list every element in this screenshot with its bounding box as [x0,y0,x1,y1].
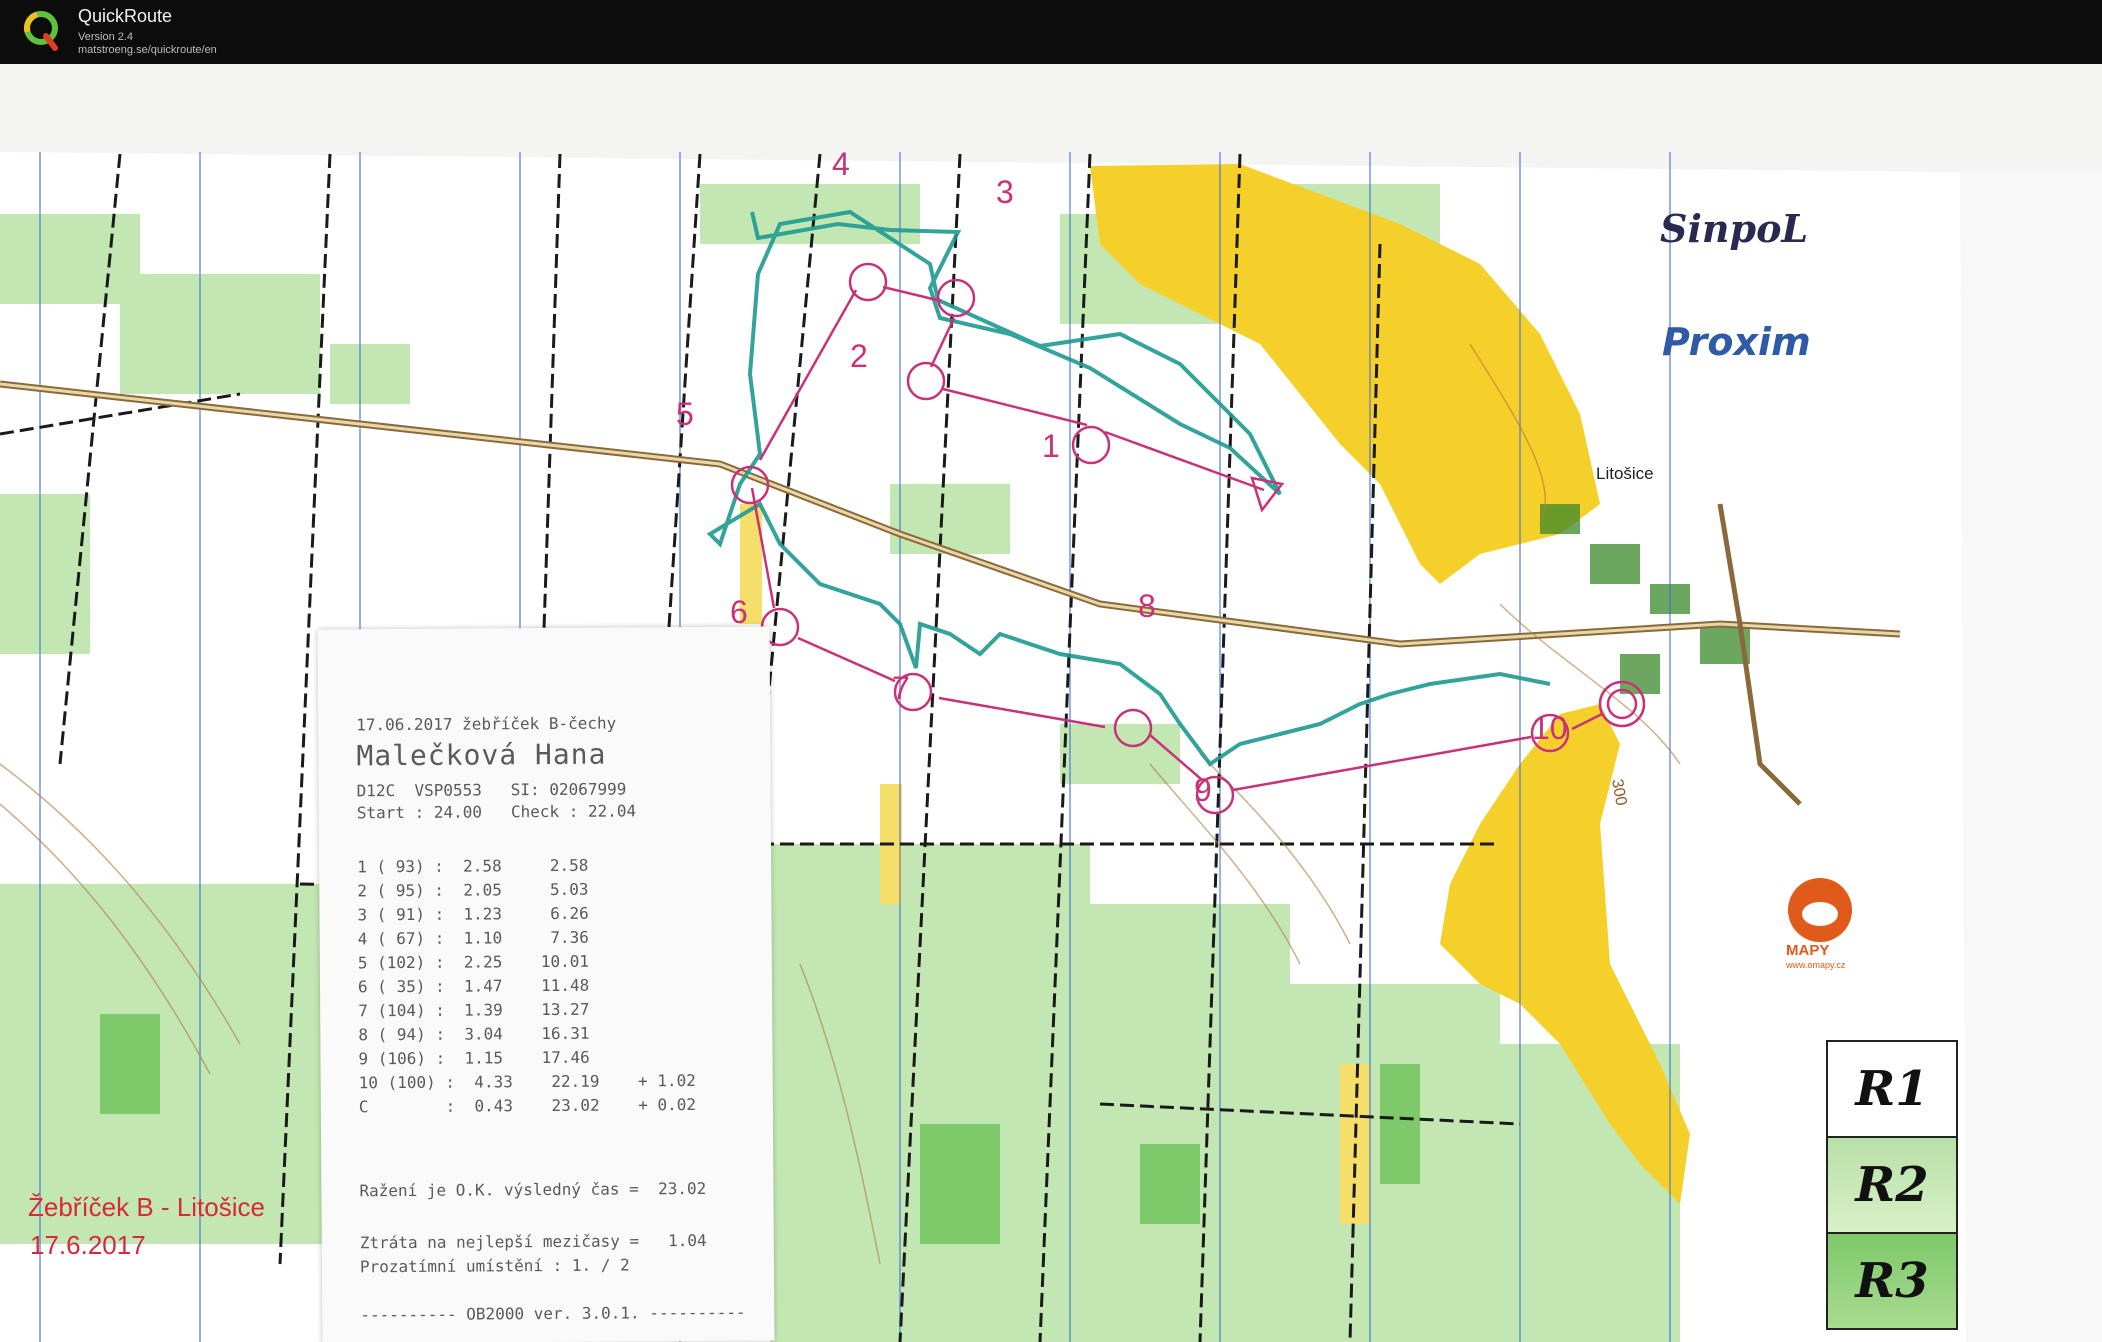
control-number-7: 7 [892,670,910,706]
receipt-footer: ---------- OB2000 ver. 3.0.1. ---------- [360,1302,746,1325]
app-url: matstroeng.se/quickroute/en [78,44,217,56]
receipt-header: 17.06.2017 žebříček B-čechy [356,713,617,735]
receipt-split-row: 1 ( 93) : 2.58 2.58 [357,855,589,877]
route-box-r2: R2 [1826,1136,1958,1234]
receipt-split-row: 2 ( 95) : 2.05 5.03 [357,879,589,901]
app-name: QuickRoute [78,6,173,26]
route-box-r1: R1 [1826,1040,1958,1138]
receipt-split-row: 6 ( 35) : 1.47 11.48 [357,975,590,997]
receipt-loss-line: Ztráta na nejlepší mezičasy = 1.04 [359,1230,707,1253]
quickroute-window: QuickRoute Version 2.4 matstroeng.se/qui… [0,0,2102,1342]
map-viewport[interactable]: 300 SinpoL Proxim Litošice 1 2 3 4 5 6 7… [0,64,2102,1342]
receipt-split-row: 7 (104) : 1.39 13.27 [358,999,590,1021]
receipt-result-line: Ražení je O.K. výsledný čas = 23.02 [359,1178,707,1201]
paper-edge [1960,172,2102,1342]
sponsor-proxim: Proxim [1662,320,1811,364]
receipt-split-row: 8 ( 94) : 3.04 16.31 [358,1023,590,1045]
control-number-2: 2 [850,338,868,374]
receipt-split-row: 4 ( 67) : 1.10 7.36 [357,927,589,949]
receipt-class-line: D12C VSP0553 SI: 02067999 [356,779,627,801]
orienteering-map[interactable]: 300 [0,64,2102,1342]
receipt-start-line: Start : 24.00 Check : 22.04 [356,801,637,823]
control-number-6: 6 [730,594,748,630]
route-box-r3: R3 [1826,1232,1958,1330]
event-name: Žebříček B - Litošice [28,1192,265,1222]
mapy-logo-url: www.omapy.cz [1786,960,1846,970]
control-number-8: 8 [1138,588,1156,624]
control-number-4: 4 [832,146,850,182]
receipt-runner-name: Malečková Hana [356,737,607,773]
event-date: 17.6.2017 [30,1230,146,1260]
receipt-split-row: 10 (100) : 4.33 22.19 + 1.02 [358,1070,696,1093]
control-number-5: 5 [676,396,694,432]
sponsor-sinpol: SinpoL [1660,206,1809,251]
village-label: Litošice [1596,464,1654,483]
control-number-10: 10 [1532,710,1568,746]
control-number-9: 9 [1194,772,1212,808]
control-number-3: 3 [996,174,1014,210]
receipt-split-row: C : 0.43 23.02 + 0.02 [358,1094,697,1117]
receipt-split-row: 5 (102) : 2.25 10.01 [357,951,590,973]
receipt-split-row: 9 (106) : 1.15 17.46 [358,1047,590,1069]
receipt-place-line: Prozatímní umístění : 1. / 2 [359,1255,630,1277]
receipt-split-row: 3 ( 91) : 1.23 6.26 [357,903,589,925]
split-time-receipt: 17.06.2017 žebříček B-čechy Malečková Ha… [317,626,775,1342]
app-version: Version 2.4 [78,31,134,43]
title-bar: QuickRoute Version 2.4 matstroeng.se/qui… [0,0,2102,64]
quickroute-logo-icon [24,11,58,51]
control-number-1: 1 [1042,428,1060,464]
mapy-logo-word: MAPY [1786,942,1830,959]
